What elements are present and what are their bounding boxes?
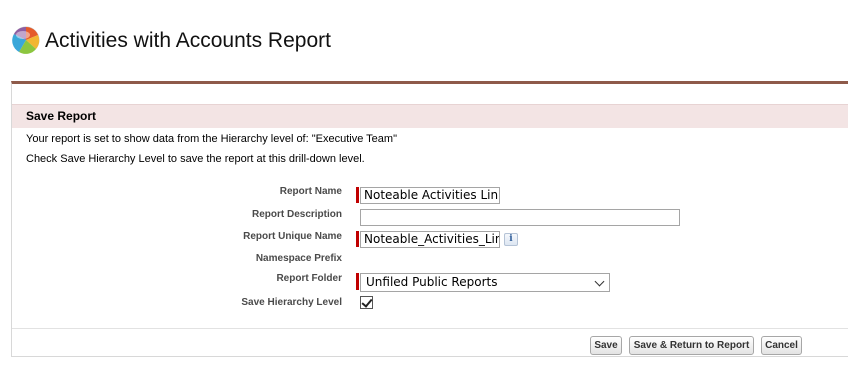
chevron-down-icon — [594, 276, 605, 287]
save-hierarchy-level-checkbox[interactable] — [360, 296, 373, 309]
report-folder-selected-value: Unfiled Public Reports — [366, 275, 498, 289]
report-description-input[interactable] — [360, 209, 680, 226]
hierarchy-hint-text: Check Save Hierarchy Level to save the r… — [26, 153, 365, 165]
report-unique-name-label: Report Unique Name — [243, 231, 342, 242]
panel-top-spacer — [12, 84, 848, 104]
save-report-panel: Save Report Your report is set to show d… — [11, 81, 848, 357]
footer-divider — [12, 328, 848, 329]
save-hierarchy-level-label: Save Hierarchy Level — [241, 297, 342, 308]
required-indicator — [356, 273, 359, 290]
report-unique-name-input[interactable]: Noteable_Activities_Link — [360, 231, 500, 248]
save-button[interactable]: Save — [590, 336, 622, 355]
app-logo-icon — [12, 26, 40, 54]
section-header: Save Report — [12, 104, 848, 128]
namespace-prefix-label: Namespace Prefix — [255, 253, 342, 264]
page-title: Activities with Accounts Report — [45, 29, 331, 52]
cancel-button[interactable]: Cancel — [761, 336, 802, 355]
info-icon[interactable]: i — [504, 233, 518, 246]
report-folder-select[interactable]: Unfiled Public Reports — [360, 273, 610, 292]
required-indicator — [356, 187, 359, 203]
hierarchy-info-text: Your report is set to show data from the… — [26, 133, 397, 145]
required-indicator — [356, 231, 359, 247]
report-name-label: Report Name — [279, 186, 342, 197]
page-header: Activities with Accounts Report — [0, 0, 848, 82]
report-description-label: Report Description — [251, 209, 342, 220]
report-name-input[interactable]: Noteable Activities Link — [360, 187, 500, 204]
check-icon — [361, 296, 373, 308]
save-and-return-button[interactable]: Save & Return to Report — [629, 336, 754, 355]
report-folder-label: Report Folder — [276, 273, 342, 284]
